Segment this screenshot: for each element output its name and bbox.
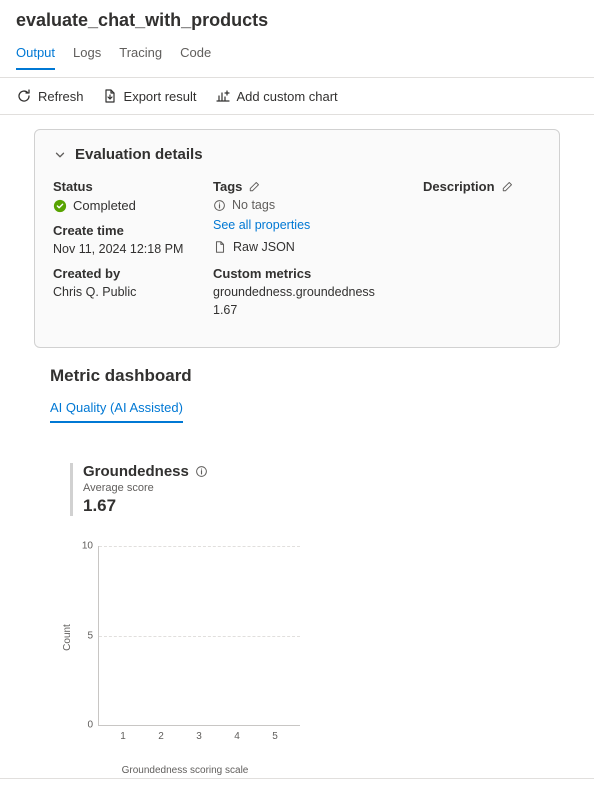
edit-icon[interactable] <box>248 181 260 193</box>
details-header[interactable]: Evaluation details <box>53 146 541 163</box>
see-all-properties-link[interactable]: See all properties <box>213 218 413 232</box>
edit-icon[interactable] <box>501 181 513 193</box>
x-tick: 2 <box>144 731 178 742</box>
info-icon <box>213 199 226 212</box>
x-axis-label: Groundedness scoring scale <box>70 765 300 776</box>
tab-code[interactable]: Code <box>180 39 211 70</box>
file-icon <box>213 240 227 254</box>
add-chart-label: Add custom chart <box>237 89 338 104</box>
raw-json-link[interactable]: Raw JSON <box>213 240 413 254</box>
tags-label: Tags <box>213 179 413 194</box>
created-by-label: Created by <box>53 266 203 281</box>
y-tick: 0 <box>87 720 99 731</box>
tab-logs[interactable]: Logs <box>73 39 101 70</box>
groundedness-chart-card: Groundedness Average score 1.67 Count 0 5… <box>50 463 544 746</box>
tab-tracing[interactable]: Tracing <box>119 39 162 70</box>
x-tick: 4 <box>220 731 254 742</box>
content: Evaluation details Status Completed Crea… <box>0 115 594 779</box>
avg-score-value: 1.67 <box>83 496 544 516</box>
chart-title: Groundedness <box>83 463 544 480</box>
status-label: Status <box>53 179 203 194</box>
refresh-label: Refresh <box>38 89 84 104</box>
info-icon[interactable] <box>195 465 208 478</box>
export-label: Export result <box>124 89 197 104</box>
add-chart-button[interactable]: Add custom chart <box>215 88 338 104</box>
x-tick: 3 <box>182 731 216 742</box>
toolbar: Refresh Export result Add custom chart <box>0 77 594 115</box>
x-tick: 1 <box>106 731 140 742</box>
tab-output[interactable]: Output <box>16 39 55 70</box>
description-label: Description <box>423 179 541 194</box>
refresh-button[interactable]: Refresh <box>16 88 84 104</box>
refresh-icon <box>16 88 32 104</box>
x-tick: 5 <box>258 731 292 742</box>
dashboard-sub-tabs: AI Quality (AI Assisted) <box>50 396 544 423</box>
details-title: Evaluation details <box>75 146 203 163</box>
avg-score-label: Average score <box>83 482 544 494</box>
chart-plot: Count 0510 12345 Groundedness scoring sc… <box>70 546 300 746</box>
metric-dashboard: Metric dashboard AI Quality (AI Assisted… <box>16 348 578 764</box>
dashboard-title: Metric dashboard <box>50 366 544 386</box>
chevron-down-icon <box>53 148 67 162</box>
create-time-label: Create time <box>53 223 203 238</box>
export-button[interactable]: Export result <box>102 88 197 104</box>
create-time-value: Nov 11, 2024 12:18 PM <box>53 242 203 256</box>
evaluation-details-card: Evaluation details Status Completed Crea… <box>34 129 560 348</box>
custom-metrics-label: Custom metrics <box>213 266 413 281</box>
sub-tab-ai-quality[interactable]: AI Quality (AI Assisted) <box>50 396 183 423</box>
no-tags-text: No tags <box>232 198 275 212</box>
chart-plus-icon <box>215 88 231 104</box>
custom-metric-name: groundedness.groundedness <box>213 285 413 299</box>
created-by-value: Chris Q. Public <box>53 285 203 299</box>
y-axis-label: Count <box>62 624 73 651</box>
export-icon <box>102 88 118 104</box>
check-circle-icon <box>53 199 67 213</box>
y-tick: 10 <box>82 541 99 552</box>
status-value: Completed <box>73 198 136 213</box>
y-tick: 5 <box>87 630 99 641</box>
page-title: evaluate_chat_with_products <box>0 0 594 39</box>
tabs: Output Logs Tracing Code <box>0 39 594 71</box>
custom-metric-value: 1.67 <box>213 303 413 317</box>
